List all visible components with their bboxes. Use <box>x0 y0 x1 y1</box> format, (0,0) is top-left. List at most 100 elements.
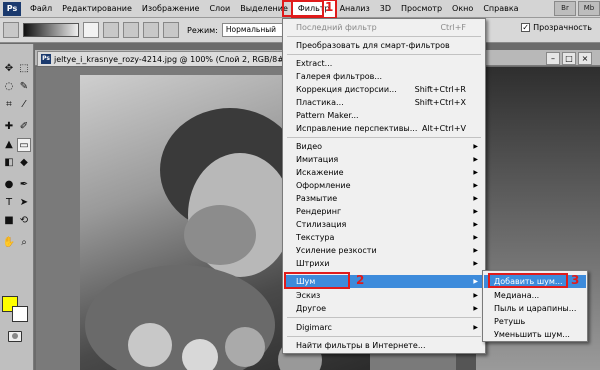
menu-separator <box>287 317 481 318</box>
menu-item-label: Искажение <box>296 168 344 177</box>
3d-rotate-tool-icon[interactable]: ⟲ <box>17 214 31 228</box>
menu-item-pattern-maker[interactable]: Pattern Maker... <box>284 109 484 122</box>
maximize-icon[interactable]: □ <box>562 52 576 65</box>
menu-item-label: Исправление перспективы... <box>296 124 418 133</box>
submenu-item-reduce-noise[interactable]: Уменьшить шум... <box>484 328 586 341</box>
menu-item-digimarc[interactable]: Digimarc ▶ <box>284 321 484 334</box>
submenu-arrow-icon: ▶ <box>473 305 478 312</box>
menu-item-vanishing-point[interactable]: Исправление перспективы... Alt+Ctrl+V <box>284 122 484 135</box>
menu-item-blur[interactable]: Размытие ▶ <box>284 192 484 205</box>
type-tool-icon[interactable]: T <box>2 196 16 210</box>
dodge-tool-icon[interactable]: ● <box>2 178 16 192</box>
menu-item-shortcut: Shift+Ctrl+X <box>414 98 466 107</box>
annotation-box-add-noise <box>488 273 568 288</box>
marquee-tool-icon[interactable]: ⬚ <box>17 62 31 76</box>
submenu-arrow-icon: ▶ <box>473 169 478 176</box>
linear-gradient-icon[interactable] <box>83 22 99 38</box>
mini-bridge-button[interactable]: Mb <box>578 1 600 16</box>
crop-tool-icon[interactable]: ⌗ <box>2 98 16 112</box>
move-tool-icon[interactable]: ✥ <box>2 62 16 76</box>
menu-item-label: Стилизация <box>296 220 347 229</box>
menu-analysis[interactable]: Анализ <box>335 1 375 17</box>
gradient-tool-icon[interactable]: ▭ <box>17 138 31 152</box>
menu-item-label: Размытие <box>296 194 338 203</box>
close-icon[interactable]: × <box>578 52 592 65</box>
menu-item-extract[interactable]: Extract... <box>284 57 484 70</box>
quick-mask-icon[interactable] <box>8 331 22 342</box>
menu-layers[interactable]: Слои <box>204 1 235 17</box>
menu-item-label: Digimarc <box>296 323 332 332</box>
menu-item-sketch[interactable]: Эскиз ▶ <box>284 289 484 302</box>
gradient-swatch[interactable] <box>23 23 79 37</box>
menu-item-pixelate[interactable]: Оформление ▶ <box>284 179 484 192</box>
shape-tool-icon[interactable]: ■ <box>2 214 16 228</box>
menu-item-filter-gallery[interactable]: Галерея фильтров... <box>284 70 484 83</box>
menu-item-label: Пластика... <box>296 98 344 107</box>
menu-edit[interactable]: Редактирование <box>57 1 137 17</box>
hand-tool-icon[interactable]: ✋ <box>2 236 16 250</box>
menu-3d[interactable]: 3D <box>375 1 396 17</box>
healing-tool-icon[interactable]: ✚ <box>2 120 16 134</box>
menu-item-label: Усиление резкости <box>296 246 377 255</box>
submenu-arrow-icon: ▶ <box>473 195 478 202</box>
submenu-arrow-icon: ▶ <box>473 260 478 267</box>
menu-item-convert-smart-filters[interactable]: Преобразовать для смарт-фильтров <box>284 39 484 52</box>
menu-item-label: Последний фильтр <box>296 23 377 32</box>
submenu-arrow-icon: ▶ <box>473 234 478 241</box>
tool-preset-button[interactable] <box>3 22 19 38</box>
menu-item-liquify[interactable]: Пластика... Shift+Ctrl+X <box>284 96 484 109</box>
zoom-tool-icon[interactable]: ⌕ <box>17 236 31 250</box>
blend-mode-select[interactable]: Нормальный <box>221 23 284 37</box>
submenu-arrow-icon: ▶ <box>473 278 478 285</box>
menu-separator <box>287 54 481 55</box>
eraser-tool-icon[interactable]: ◧ <box>2 156 16 170</box>
minimize-icon[interactable]: – <box>546 52 560 65</box>
menu-item-video[interactable]: Видео ▶ <box>284 140 484 153</box>
document-tab[interactable]: Ps jeltye_i_krasnye_rozy-4214.jpg @ 100%… <box>37 51 307 66</box>
menu-item-render[interactable]: Рендеринг ▶ <box>284 205 484 218</box>
menu-item-stylize[interactable]: Стилизация ▶ <box>284 218 484 231</box>
brush-tool-icon[interactable]: ✐ <box>17 120 31 134</box>
menu-item-lens-correction[interactable]: Коррекция дисторсии... Shift+Ctrl+R <box>284 83 484 96</box>
path-select-tool-icon[interactable]: ➤ <box>17 196 31 210</box>
transparency-checkbox[interactable]: ✓ <box>521 23 531 32</box>
diamond-gradient-icon[interactable] <box>163 22 179 38</box>
angle-gradient-icon[interactable] <box>123 22 139 38</box>
menu-help[interactable]: Справка <box>478 1 523 17</box>
menu-item-label: Коррекция дисторсии... <box>296 85 397 94</box>
menu-item-sharpen[interactable]: Усиление резкости ▶ <box>284 244 484 257</box>
menu-item-texture[interactable]: Текстура ▶ <box>284 231 484 244</box>
pen-tool-icon[interactable]: ✒ <box>17 178 31 192</box>
menu-view[interactable]: Просмотр <box>396 1 447 17</box>
document-ps-icon: Ps <box>41 54 51 64</box>
menu-item-label: Штрихи <box>296 259 330 268</box>
menu-item-other[interactable]: Другое ▶ <box>284 302 484 315</box>
submenu-item-dust-scratches[interactable]: Пыль и царапины... <box>484 302 586 315</box>
background-color-swatch[interactable] <box>12 306 28 322</box>
reflected-gradient-icon[interactable] <box>143 22 159 38</box>
quick-select-tool-icon[interactable]: ✎ <box>17 80 31 94</box>
submenu-item-median[interactable]: Медиана... <box>484 289 586 302</box>
menu-item-brush-strokes[interactable]: Штрихи ▶ <box>284 257 484 270</box>
menu-item-last-filter: Последний фильтр Ctrl+F <box>284 21 484 34</box>
menu-window[interactable]: Окно <box>447 1 478 17</box>
tools-panel: ✥ ⬚ ◌ ✎ ⌗ ⁄ ✚ ✐ ▲ ▭ ◧ ◆ ● ✒ T ➤ ■ ⟲ ✋ ⌕ <box>0 44 34 370</box>
eyedropper-tool-icon[interactable]: ⁄ <box>17 98 31 112</box>
blur-tool-icon[interactable]: ◆ <box>17 156 31 170</box>
menu-file[interactable]: Файл <box>25 1 57 17</box>
photoshop-logo-icon: Ps <box>3 1 21 16</box>
menu-item-label: Найти фильтры в Интернете... <box>296 341 426 350</box>
lasso-tool-icon[interactable]: ◌ <box>2 80 16 94</box>
bridge-button[interactable]: Br <box>554 1 576 16</box>
menu-item-label: Extract... <box>296 59 333 68</box>
menu-image[interactable]: Изображение <box>137 1 205 17</box>
menu-item-shortcut: Alt+Ctrl+V <box>422 124 466 133</box>
menu-item-browse-filters-online[interactable]: Найти фильтры в Интернете... <box>284 339 484 352</box>
menu-separator <box>287 36 481 37</box>
submenu-item-despeckle[interactable]: Ретушь <box>484 315 586 328</box>
stamp-tool-icon[interactable]: ▲ <box>2 138 16 152</box>
menu-item-label: Имитация <box>296 155 339 164</box>
radial-gradient-icon[interactable] <box>103 22 119 38</box>
menu-item-artistic[interactable]: Имитация ▶ <box>284 153 484 166</box>
menu-item-distort[interactable]: Искажение ▶ <box>284 166 484 179</box>
